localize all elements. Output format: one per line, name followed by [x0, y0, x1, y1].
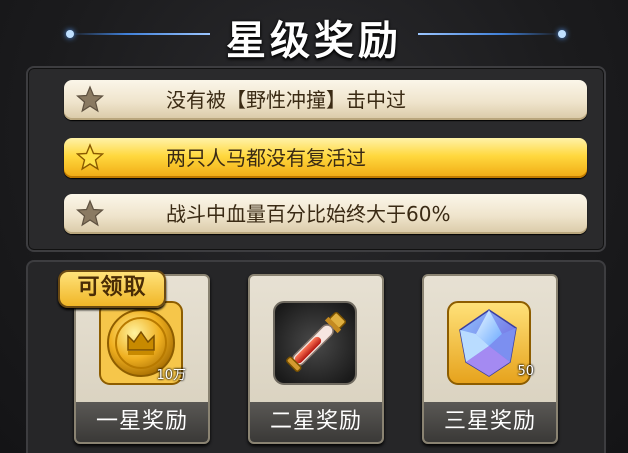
condition-text: 战斗中血量百分比始终大于60% [166, 202, 451, 226]
title-bar: 星级奖励 [0, 0, 628, 68]
condition-row-2: 两只人马都没有复活过 [64, 138, 587, 178]
reward-quantity: 10万 [156, 368, 186, 383]
reward-quantity: 50 [517, 364, 534, 379]
claim-reward-badge[interactable]: 可领取 [58, 270, 166, 308]
reward-label: 三星奖励 [424, 402, 556, 442]
potion-vial-icon [273, 301, 357, 385]
star-reward-panel: 星级奖励 没有被【野性冲撞】击中过 两只人马都没有复活过 战斗中血量百分比始终大… [0, 0, 628, 453]
reward-label: 一星奖励 [76, 402, 208, 442]
panel-title: 星级奖励 [226, 18, 402, 64]
condition-row-1: 没有被【野性冲撞】击中过 [64, 80, 587, 120]
reward-card-two-star[interactable]: 二星奖励 [248, 274, 384, 444]
condition-text: 没有被【野性冲撞】击中过 [166, 88, 406, 112]
condition-text: 两只人马都没有复活过 [166, 146, 366, 170]
star-filled-icon [76, 143, 104, 171]
reward-card-three-star[interactable]: 50 三星奖励 [422, 274, 558, 444]
star-outline-icon [76, 85, 104, 113]
star-conditions-box: 没有被【野性冲撞】击中过 两只人马都没有复活过 战斗中血量百分比始终大于60% [26, 66, 606, 252]
star-outline-icon [76, 199, 104, 227]
reward-label: 二星奖励 [250, 402, 382, 442]
condition-row-3: 战斗中血量百分比始终大于60% [64, 194, 587, 234]
